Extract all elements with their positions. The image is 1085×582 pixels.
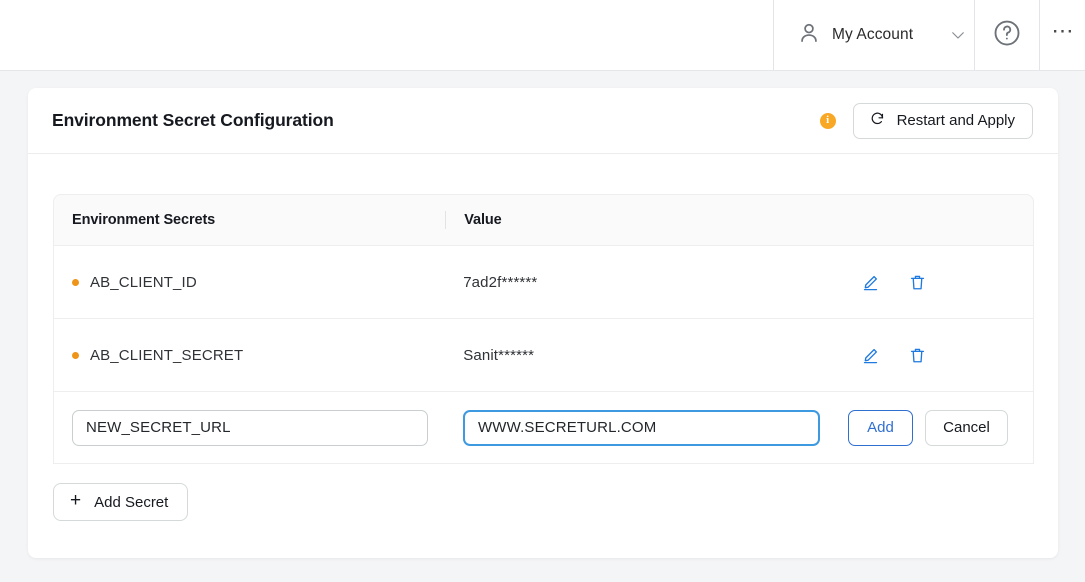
more-options-button[interactable]: ⋯: [1040, 0, 1085, 70]
help-button[interactable]: [974, 0, 1040, 70]
chevron-down-icon[interactable]: [949, 26, 967, 44]
user-icon: [796, 20, 822, 51]
environment-secret-card: Environment Secret Configuration i Resta…: [28, 88, 1058, 558]
add-secret-button[interactable]: + Add Secret: [53, 483, 189, 521]
new-secret-name-input[interactable]: [72, 409, 428, 446]
secrets-table: Environment Secrets Value AB_CLIENT_ID 7…: [53, 194, 1034, 464]
secret-value: Sanit******: [463, 346, 535, 364]
edit-secret-button[interactable]: [861, 273, 880, 292]
account-label: My Account: [832, 26, 914, 43]
secret-name-cell: AB_CLIENT_SECRET: [54, 347, 445, 364]
status-dot-icon: [72, 351, 79, 359]
delete-secret-button[interactable]: [908, 273, 927, 292]
secret-name: AB_CLIENT_SECRET: [90, 346, 244, 364]
pencil-icon: [861, 348, 880, 368]
column-header-value: Value: [445, 211, 835, 229]
table-row: AB_CLIENT_ID 7ad2f******: [53, 246, 1034, 319]
trash-icon: [908, 275, 927, 295]
secret-name: AB_CLIENT_ID: [90, 273, 197, 291]
help-circle-icon: [992, 18, 1022, 53]
restart-and-apply-label: Restart and Apply: [896, 112, 1015, 129]
row-actions: [835, 273, 1033, 292]
status-dot-icon: [72, 278, 79, 286]
table-header-row: Environment Secrets Value: [53, 194, 1034, 246]
plus-icon: +: [70, 490, 82, 511]
add-secret-wrapper: + Add Secret: [28, 464, 1058, 521]
top-bar: My Account ⋯: [0, 0, 1085, 71]
secret-value: 7ad2f******: [463, 273, 538, 291]
new-secret-value-input[interactable]: [463, 409, 820, 446]
secret-name-cell: AB_CLIENT_ID: [54, 274, 445, 291]
pencil-icon: [861, 275, 880, 295]
add-secret-label: Add Secret: [94, 493, 169, 511]
card-header-actions: i Restart and Apply: [819, 102, 1033, 139]
column-header-name: Environment Secrets: [72, 212, 216, 228]
refresh-icon: [869, 110, 886, 131]
page-title: Environment Secret Configuration: [52, 110, 334, 130]
trash-icon: [908, 348, 927, 368]
info-circle-icon: i: [819, 112, 836, 129]
new-secret-row: Add Cancel: [53, 392, 1034, 464]
account-menu[interactable]: My Account: [773, 0, 974, 70]
row-actions: [835, 346, 1033, 365]
cancel-button[interactable]: Cancel: [925, 409, 1008, 446]
card-header: Environment Secret Configuration i Resta…: [28, 88, 1058, 154]
add-button[interactable]: Add: [848, 409, 913, 446]
new-secret-actions: Add Cancel: [848, 409, 1008, 446]
edit-secret-button[interactable]: [861, 346, 880, 365]
restart-and-apply-button[interactable]: Restart and Apply: [852, 102, 1033, 139]
secrets-table-wrapper: Environment Secrets Value AB_CLIENT_ID 7…: [28, 154, 1058, 464]
table-row: AB_CLIENT_SECRET Sanit******: [53, 319, 1034, 392]
delete-secret-button[interactable]: [908, 346, 927, 365]
